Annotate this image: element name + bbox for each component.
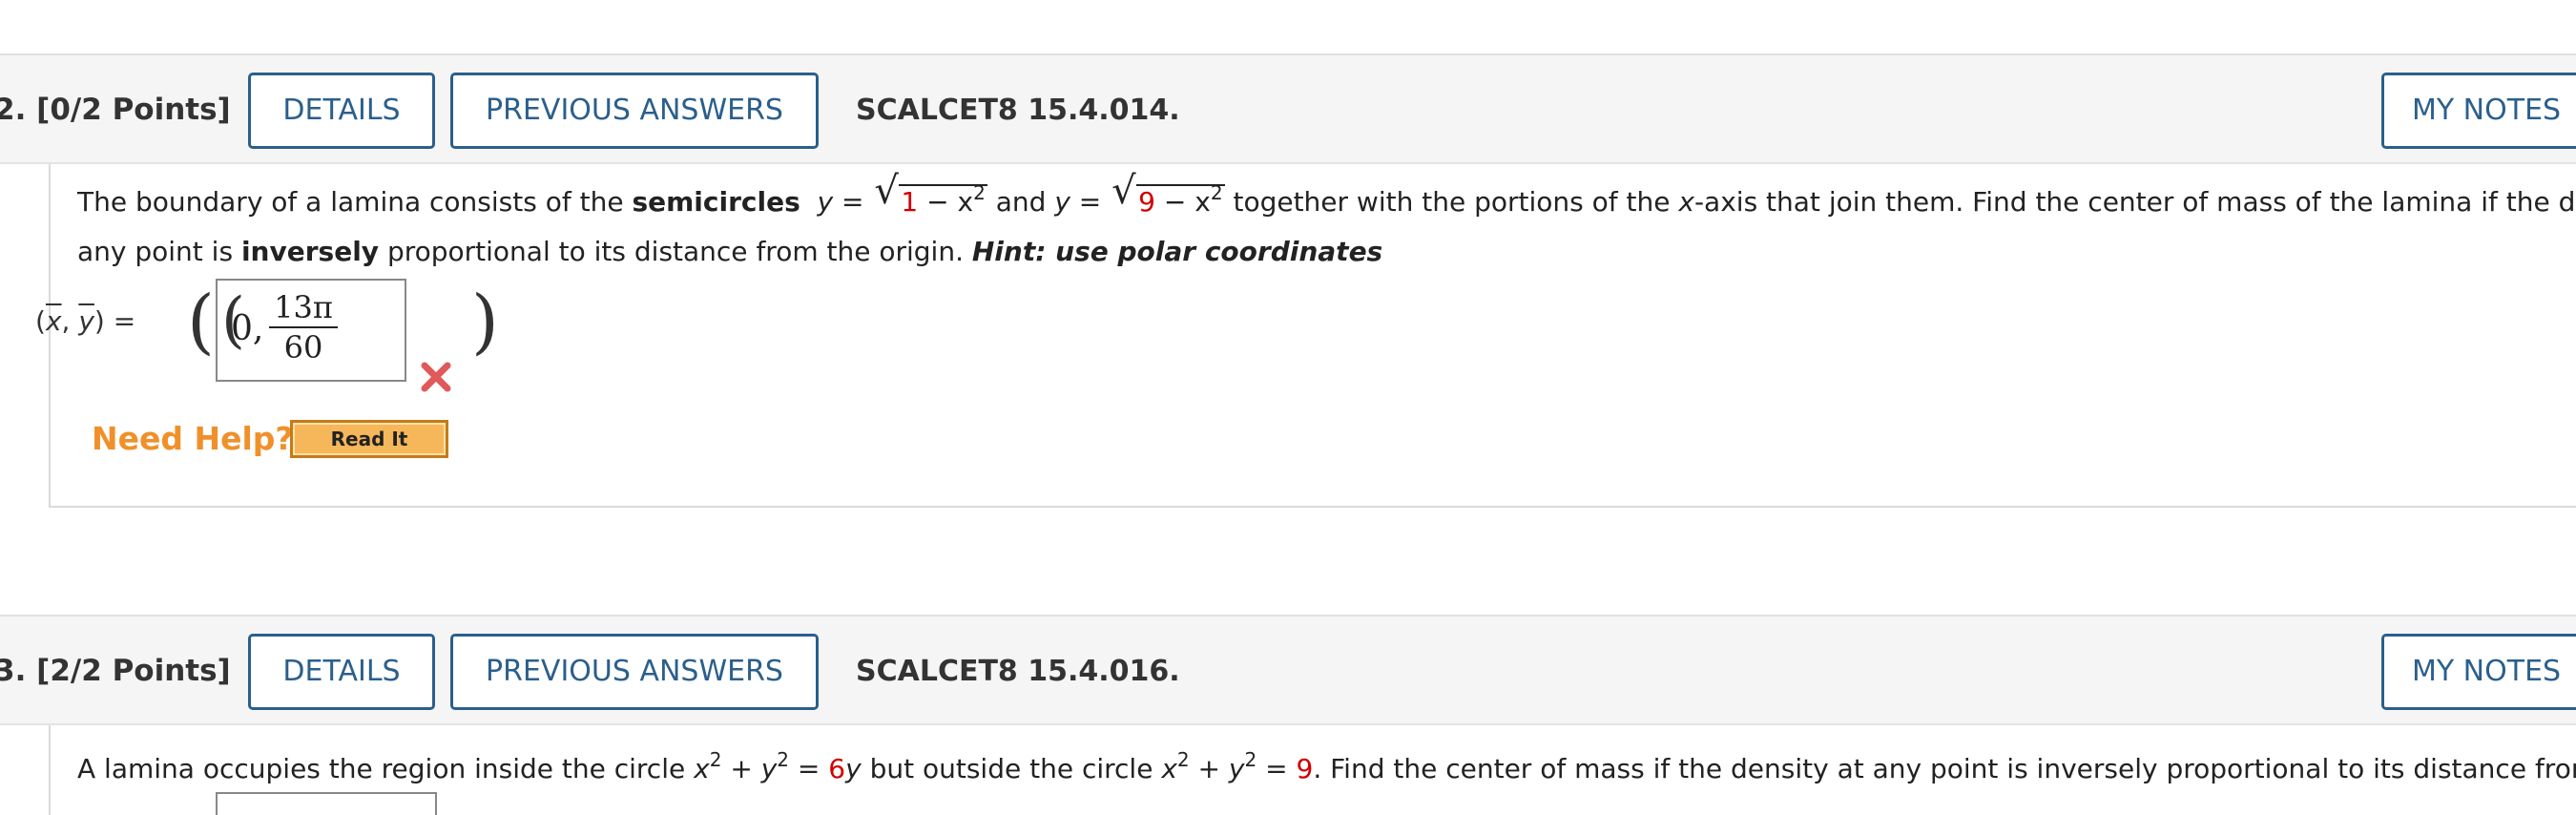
question-text-line-1: The boundary of a lamina consists of the…	[77, 172, 2576, 227]
answer-label: (x, y) =	[35, 305, 136, 337]
incorrect-x-icon	[421, 362, 451, 392]
previous-answers-button[interactable]: PREVIOUS ANSWERS	[450, 634, 819, 710]
details-button[interactable]: DETAILS	[248, 73, 435, 149]
question-text-line-2: any point is inversely proportional to i…	[77, 236, 1383, 267]
details-button[interactable]: DETAILS	[248, 634, 435, 710]
question-number: 2. [0/2 Points]	[0, 93, 231, 127]
read-it-button[interactable]: Read It	[290, 420, 448, 458]
open-paren: (	[187, 281, 215, 363]
answer-input[interactable]	[216, 792, 437, 815]
question-code: SCALCET8 15.4.016.	[856, 655, 1180, 688]
question-header: 2. [0/2 Points] DETAILS PREVIOUS ANSWERS…	[0, 53, 2576, 164]
my-notes-button[interactable]: MY NOTES	[2381, 73, 2576, 149]
question-text-line-1: A lamina occupies the region inside the …	[77, 748, 2576, 784]
my-notes-button[interactable]: MY NOTES	[2381, 634, 2576, 710]
answer-input[interactable]: ( 0, 13π 60	[216, 279, 406, 382]
question-number: 3. [2/2 Points]	[0, 654, 231, 688]
question-points: [0/2 Points]	[36, 93, 231, 127]
close-paren: )	[471, 281, 499, 363]
question-points: [2/2 Points]	[36, 654, 231, 688]
question-code: SCALCET8 15.4.014.	[856, 94, 1180, 127]
assignment-page: 2. [0/2 Points] DETAILS PREVIOUS ANSWERS…	[0, 0, 2576, 815]
previous-answers-button[interactable]: PREVIOUS ANSWERS	[450, 73, 819, 149]
answer-fraction: 13π 60	[269, 288, 338, 366]
sqrt-expression: √ 1 − x2	[874, 172, 987, 227]
need-help-label: Need Help?	[92, 420, 294, 457]
question-header: 3. [2/2 Points] DETAILS PREVIOUS ANSWERS…	[0, 615, 2576, 725]
sqrt-expression: √ 9 − x2	[1111, 172, 1225, 227]
answer-value-x: 0,	[231, 309, 264, 348]
